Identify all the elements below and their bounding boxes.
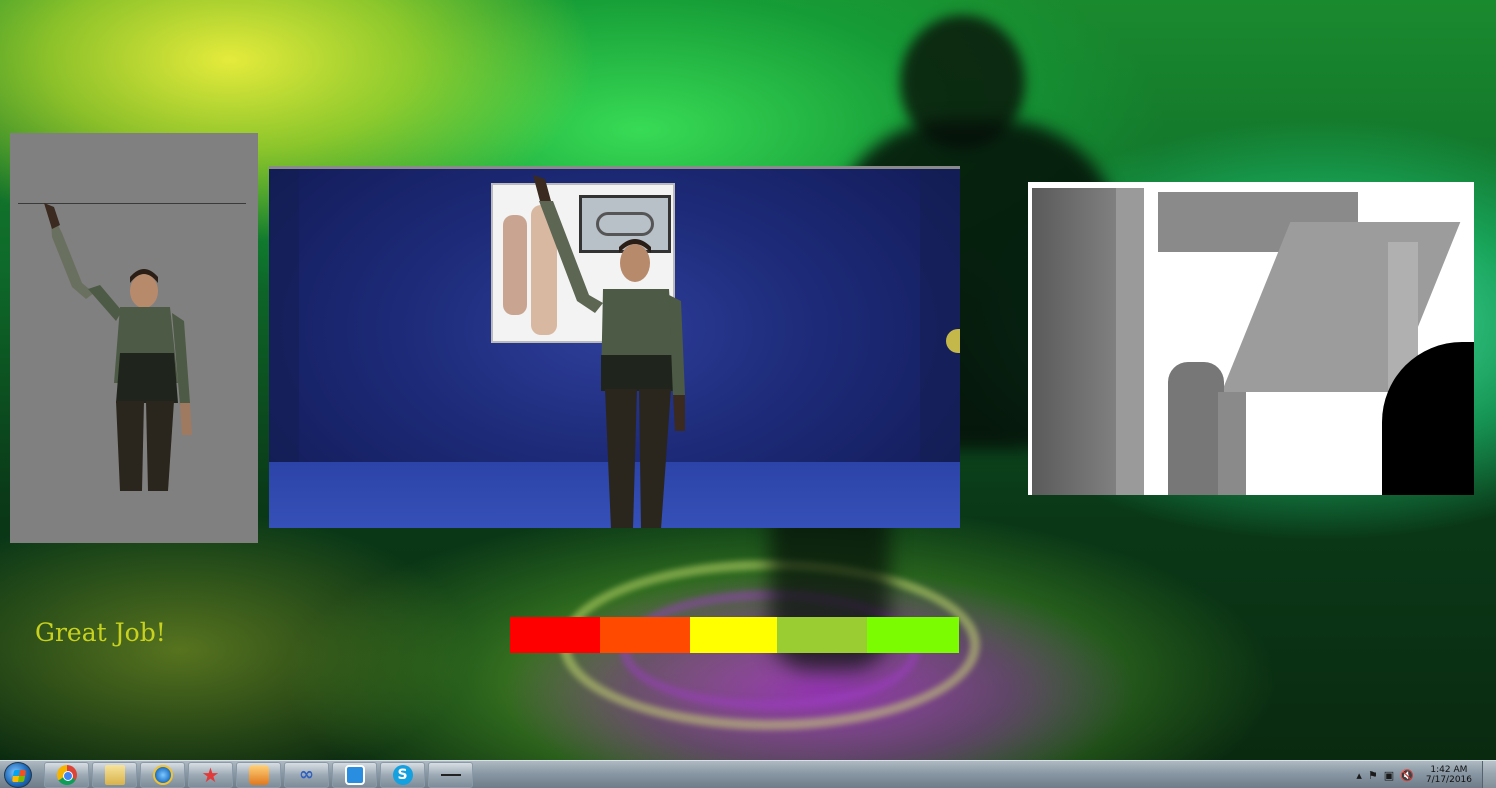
- score-meter-segment-4: [777, 617, 867, 653]
- taskbar-clock[interactable]: 1:42 AM 7/17/2016: [1426, 765, 1472, 785]
- action-center-icon[interactable]: ⚑: [1368, 769, 1378, 782]
- star-icon: ★: [201, 763, 220, 787]
- taskbar-kinect-studio-button[interactable]: [332, 762, 377, 788]
- system-tray: ▴ ⚑ ▣ 🔇 1:42 AM 7/17/2016: [1356, 764, 1472, 786]
- taskbar-skype-button[interactable]: S: [380, 762, 425, 788]
- skype-icon: S: [392, 765, 413, 785]
- volume-icon[interactable]: 🔇: [1400, 769, 1414, 782]
- windows-logo-icon: [11, 770, 27, 782]
- taskbar-chrome-button[interactable]: [44, 762, 89, 788]
- poster-person: [503, 215, 527, 315]
- chrome-icon: [56, 765, 77, 785]
- depth-region: [1116, 188, 1144, 495]
- taskbar-internet-explorer-button[interactable]: [140, 762, 185, 788]
- taskbar-star-app-button[interactable]: ★: [188, 762, 233, 788]
- taskbar-infinity-app-button[interactable]: ∞: [284, 762, 329, 788]
- reference-avatar: [32, 203, 202, 493]
- show-hidden-icons-icon[interactable]: ▴: [1356, 769, 1362, 782]
- media-player-icon: [248, 765, 269, 785]
- window-icon: [440, 765, 461, 785]
- score-meter-segment-3: [690, 617, 777, 653]
- start-button[interactable]: [4, 762, 32, 788]
- taskbar-window-app-button[interactable]: [428, 762, 473, 788]
- depth-region: [1032, 188, 1116, 495]
- clock-time: 1:42 AM: [1430, 765, 1468, 775]
- score-meter-segment-1: [510, 617, 600, 653]
- score-meter: [510, 617, 959, 653]
- windows-taskbar: ★ ∞ S ▴ ⚑ ▣ 🔇 1:42 AM 7/17/2016: [0, 760, 1496, 788]
- folder-icon: [104, 765, 125, 785]
- game-scene-viewport: [269, 166, 960, 528]
- ie-icon: [152, 765, 173, 785]
- taskbar-media-player-button[interactable]: [236, 762, 281, 788]
- show-desktop-button[interactable]: [1482, 761, 1496, 788]
- scene-right-wall: [920, 169, 960, 465]
- depth-camera-feed: [1028, 182, 1474, 495]
- kinect-icon: [344, 765, 365, 785]
- clock-date: 7/17/2016: [1425, 775, 1472, 785]
- depth-person-silhouette: [1218, 392, 1246, 495]
- depth-player-silhouette: [1168, 362, 1224, 495]
- scene-left-wall: [269, 169, 299, 465]
- score-meter-segment-5: [867, 617, 959, 653]
- reference-avatar-panel: [10, 133, 258, 543]
- feedback-message: Great Job!: [35, 618, 166, 647]
- infinity-icon: ∞: [299, 764, 314, 785]
- player-avatar: [529, 175, 699, 528]
- taskbar-file-explorer-button[interactable]: [92, 762, 137, 788]
- score-meter-segment-2: [600, 617, 690, 653]
- network-icon[interactable]: ▣: [1384, 769, 1394, 782]
